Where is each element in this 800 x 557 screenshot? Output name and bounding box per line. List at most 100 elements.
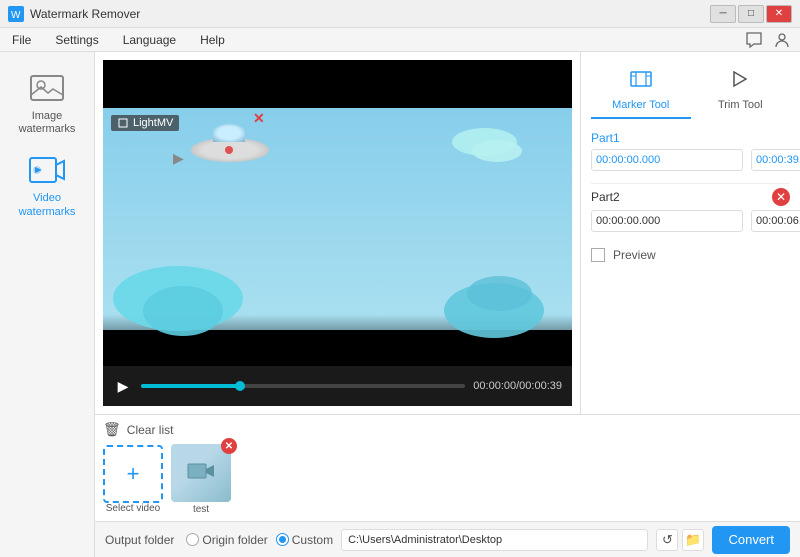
output-folder-label: Output folder bbox=[105, 533, 174, 547]
part1-end-input[interactable] bbox=[751, 149, 800, 171]
origin-radio-circle bbox=[186, 533, 199, 546]
part2-section: Part2 ✕ bbox=[591, 188, 790, 232]
user-icon[interactable] bbox=[772, 30, 792, 50]
minimize-button[interactable]: ─ bbox=[710, 5, 736, 23]
trim-tool-label: Trim Tool bbox=[718, 99, 763, 111]
menu-settings[interactable]: Settings bbox=[51, 31, 102, 49]
image-watermarks-icon bbox=[27, 70, 67, 106]
test-file-label: test bbox=[193, 504, 209, 515]
ufo: ▶ bbox=[191, 138, 269, 162]
watermark-label: LightMV bbox=[111, 115, 179, 131]
part2-label-row: Part2 ✕ bbox=[591, 188, 790, 206]
cloud1b bbox=[472, 140, 522, 162]
play-arrow-icon: ▶ bbox=[173, 150, 184, 167]
part2-times bbox=[591, 210, 790, 232]
output-bar: Output folder Origin folder Custom ↺ 📁 bbox=[95, 521, 800, 557]
progress-handle[interactable] bbox=[235, 381, 245, 391]
cloud2b bbox=[143, 286, 223, 336]
ufo-light bbox=[225, 146, 233, 154]
reload-path-button[interactable]: ↺ bbox=[656, 529, 678, 551]
cloud3b bbox=[467, 276, 532, 311]
part1-section: Part1 bbox=[591, 131, 790, 171]
part1-start-input[interactable] bbox=[591, 149, 743, 171]
chat-icon[interactable] bbox=[744, 30, 764, 50]
sidebar-item-video-watermarks[interactable]: Video watermarks bbox=[2, 144, 92, 226]
menu-language[interactable]: Language bbox=[119, 31, 180, 49]
part1-label: Part1 bbox=[591, 131, 790, 145]
convert-button[interactable]: Convert bbox=[712, 526, 790, 554]
part-divider bbox=[591, 183, 790, 184]
thumb-img bbox=[171, 444, 231, 502]
select-video-label: Select video bbox=[106, 503, 160, 515]
tab-trim-tool[interactable]: Trim Tool bbox=[691, 62, 791, 119]
clear-list-row[interactable]: 🗑 Clear list bbox=[103, 421, 792, 438]
browse-folder-button[interactable]: 📁 bbox=[682, 529, 704, 551]
menu-help[interactable]: Help bbox=[196, 31, 229, 49]
progress-fill bbox=[141, 384, 238, 388]
path-icons: ↺ 📁 bbox=[656, 529, 704, 551]
plus-icon: + bbox=[127, 461, 140, 487]
main-layout: Image watermarks Video watermarks bbox=[0, 52, 800, 557]
add-file-button[interactable]: + bbox=[103, 445, 163, 503]
window-title: Watermark Remover bbox=[30, 7, 710, 21]
black-bar-top bbox=[103, 60, 572, 108]
player-controls: ▶ 00:00:00/00:00:39 bbox=[103, 366, 572, 406]
file-list-section: 🗑 Clear list + Select video bbox=[95, 414, 800, 521]
tools-header: Marker Tool Trim Tool bbox=[591, 62, 790, 119]
custom-radio-circle bbox=[276, 533, 289, 546]
sidebar-item-image-label: Image watermarks bbox=[6, 110, 88, 136]
clear-list-label: Clear list bbox=[127, 423, 174, 437]
progress-bar[interactable] bbox=[141, 384, 465, 388]
sidebar-item-image-watermarks[interactable]: Image watermarks bbox=[2, 62, 92, 144]
part2-remove-button[interactable]: ✕ bbox=[772, 188, 790, 206]
watermark-remove-btn[interactable]: ✕ bbox=[253, 110, 265, 127]
part1-times bbox=[591, 149, 790, 171]
app-icon: W bbox=[8, 6, 24, 22]
video-section: ▶ LightMV ✕ bbox=[95, 52, 580, 414]
ufo-body bbox=[191, 138, 269, 162]
add-file-container: + Select video bbox=[103, 445, 163, 515]
radio-custom[interactable]: Custom bbox=[276, 533, 333, 547]
part2-label-text: Part2 bbox=[591, 190, 620, 204]
custom-radio-dot bbox=[279, 536, 286, 543]
menu-file[interactable]: File bbox=[8, 31, 35, 49]
preview-label: Preview bbox=[613, 248, 656, 262]
video-watermarks-icon bbox=[27, 152, 67, 188]
trim-tool-icon bbox=[728, 68, 752, 96]
svg-text:W: W bbox=[11, 10, 21, 21]
watermark-text: LightMV bbox=[133, 117, 173, 129]
thumb-remove-button[interactable]: ✕ bbox=[221, 438, 237, 454]
preview-row: Preview bbox=[591, 248, 790, 262]
sidebar: Image watermarks Video watermarks bbox=[0, 52, 95, 557]
output-path-input[interactable] bbox=[341, 529, 648, 551]
file-thumbs: + Select video ✕ test bbox=[103, 444, 792, 515]
trash-icon: 🗑 bbox=[103, 421, 121, 438]
part2-start-input[interactable] bbox=[591, 210, 743, 232]
time-display: 00:00:00/00:00:39 bbox=[473, 380, 562, 392]
window-controls: ─ □ ✕ bbox=[710, 5, 792, 23]
preview-checkbox[interactable] bbox=[591, 248, 605, 262]
marker-tool-label: Marker Tool bbox=[612, 99, 669, 111]
part2-end-input[interactable] bbox=[751, 210, 800, 232]
tab-marker-tool[interactable]: Marker Tool bbox=[591, 62, 691, 119]
menubar-right bbox=[744, 30, 792, 50]
part1-label-text: Part1 bbox=[591, 131, 620, 145]
content-area: ▶ LightMV ✕ bbox=[95, 52, 800, 557]
custom-label: Custom bbox=[292, 533, 333, 547]
titlebar: W Watermark Remover ─ □ ✕ bbox=[0, 0, 800, 28]
menubar: File Settings Language Help bbox=[0, 28, 800, 52]
radio-origin-folder[interactable]: Origin folder bbox=[186, 533, 267, 547]
close-button[interactable]: ✕ bbox=[766, 5, 792, 23]
sidebar-item-video-label: Video watermarks bbox=[6, 192, 88, 218]
video-frame: ▶ LightMV ✕ bbox=[103, 60, 572, 366]
marker-tool-icon bbox=[629, 68, 653, 96]
video-tools-row: ▶ LightMV ✕ bbox=[95, 52, 800, 414]
ufo-dome bbox=[213, 124, 245, 142]
file-thumb-test[interactable]: ✕ bbox=[171, 444, 231, 502]
play-button[interactable]: ▶ bbox=[113, 376, 133, 396]
test-file-container: ✕ test bbox=[171, 444, 231, 515]
tools-panel: Marker Tool Trim Tool Part1 bbox=[580, 52, 800, 414]
origin-folder-label: Origin folder bbox=[202, 533, 267, 547]
video-player: ▶ LightMV ✕ bbox=[103, 60, 572, 406]
maximize-button[interactable]: □ bbox=[738, 5, 764, 23]
